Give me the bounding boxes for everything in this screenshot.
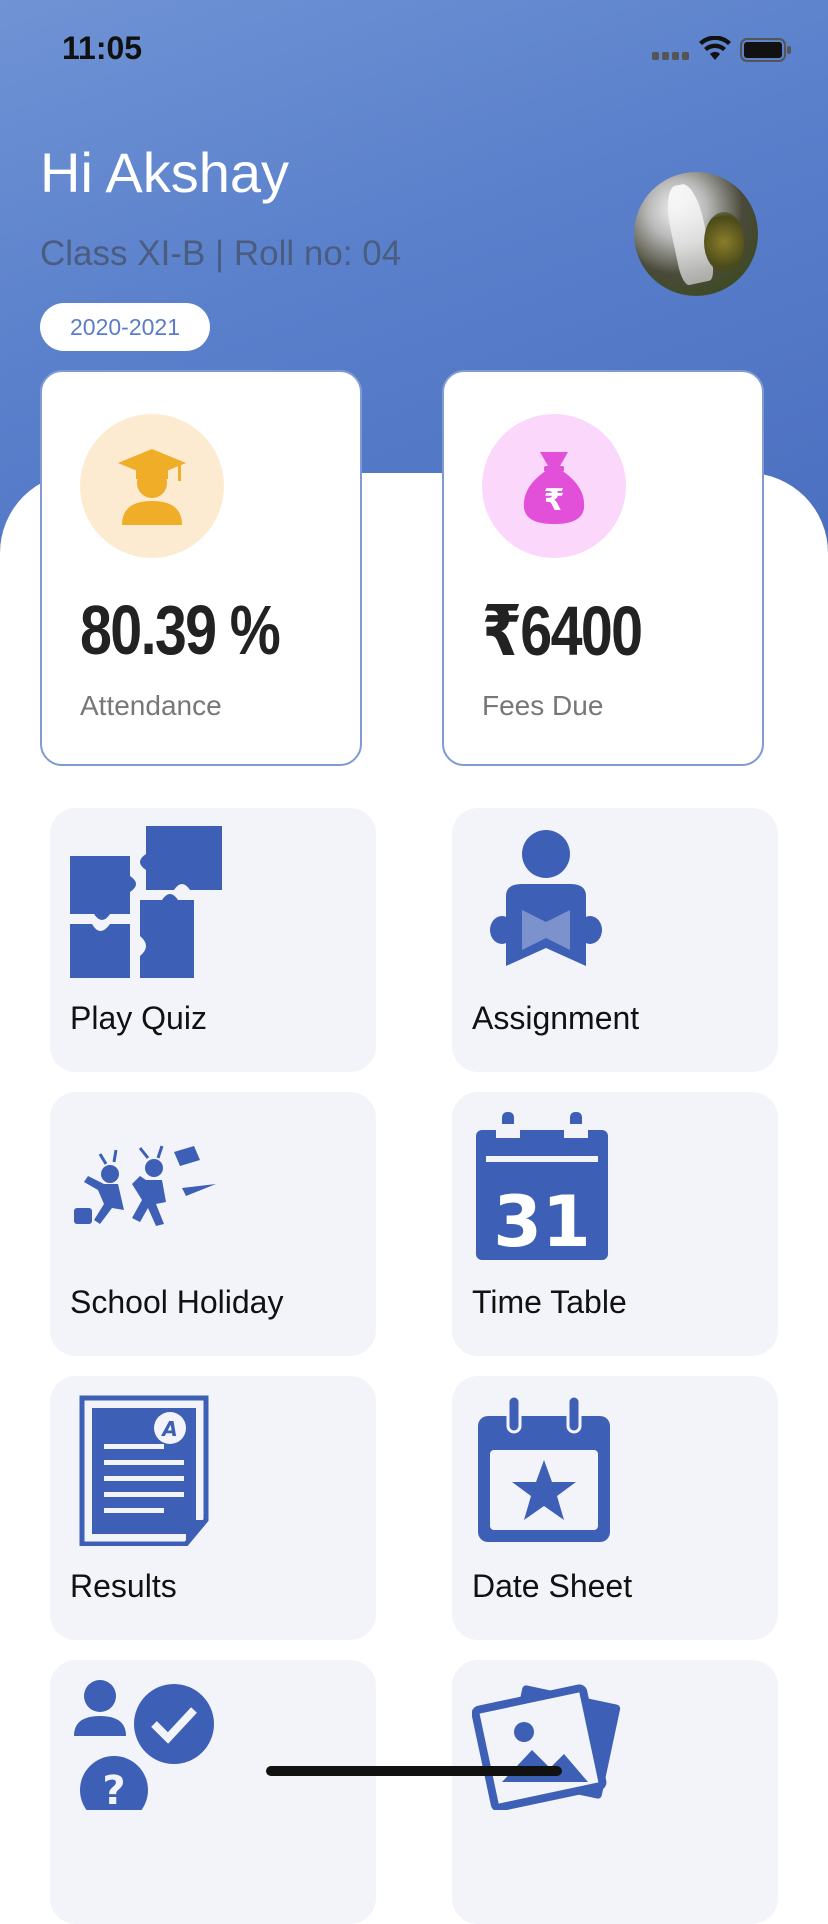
photo-gallery-icon bbox=[472, 1684, 621, 1810]
attendance-icon-circle bbox=[80, 414, 224, 558]
time-table-tile[interactable]: 31 Time Table bbox=[452, 1092, 778, 1356]
school-holiday-label: School Holiday bbox=[70, 1284, 284, 1320]
report-card-icon: A bbox=[79, 1395, 209, 1546]
session-year-badge[interactable]: 2020-2021 bbox=[40, 303, 210, 351]
school-holiday-tile[interactable]: School Holiday bbox=[50, 1092, 376, 1356]
svg-text:₹: ₹ bbox=[544, 483, 565, 518]
class-roll-info: Class XI-B | Roll no: 04 bbox=[40, 234, 402, 273]
results-tile[interactable]: A Results bbox=[50, 1376, 376, 1640]
date-sheet-tile[interactable]: Date Sheet bbox=[452, 1376, 778, 1640]
play-quiz-label: Play Quiz bbox=[70, 1000, 207, 1036]
cellular-signal-icon bbox=[652, 52, 689, 60]
question-check-icon: ? bbox=[74, 1680, 214, 1810]
play-quiz-tile[interactable]: Play Quiz bbox=[50, 808, 376, 1072]
greeting-title: Hi Akshay bbox=[40, 141, 289, 204]
fees-due-label: Fees Due bbox=[482, 690, 604, 721]
attendance-card[interactable]: 80.39 % Attendance bbox=[40, 370, 362, 766]
wifi-icon bbox=[699, 36, 731, 60]
calendar-31-icon: 31 bbox=[476, 1112, 608, 1262]
assignment-tile[interactable]: Assignment bbox=[452, 808, 778, 1072]
attendance-value: 80.39 % bbox=[80, 591, 281, 669]
graduate-icon bbox=[118, 449, 186, 525]
fees-due-value: ₹6400 bbox=[482, 592, 643, 670]
money-bag-icon: ₹ bbox=[523, 452, 585, 524]
celebrating-kids-icon bbox=[74, 1145, 216, 1226]
calendar-star-icon bbox=[478, 1394, 610, 1542]
svg-text:?: ? bbox=[102, 1768, 125, 1810]
attendance-label: Attendance bbox=[80, 690, 222, 721]
date-sheet-label: Date Sheet bbox=[472, 1568, 633, 1604]
reading-person-icon bbox=[490, 830, 602, 966]
time-table-label: Time Table bbox=[472, 1284, 627, 1320]
status-time: 11:05 bbox=[62, 30, 143, 66]
faq-tile[interactable]: ? bbox=[50, 1660, 376, 1924]
assignment-label: Assignment bbox=[472, 1000, 640, 1036]
status-bar: 11:05 bbox=[0, 0, 828, 100]
results-label: Results bbox=[70, 1568, 177, 1604]
svg-text:A: A bbox=[160, 1417, 177, 1441]
gallery-tile[interactable] bbox=[452, 1660, 778, 1924]
fees-due-card[interactable]: ₹ ₹6400 Fees Due bbox=[442, 370, 764, 766]
avatar[interactable] bbox=[634, 172, 758, 296]
svg-text:31: 31 bbox=[493, 1181, 590, 1262]
home-indicator[interactable] bbox=[266, 1766, 562, 1776]
puzzle-icon bbox=[70, 826, 222, 978]
fees-icon-circle: ₹ bbox=[482, 414, 626, 558]
battery-icon bbox=[740, 38, 791, 62]
